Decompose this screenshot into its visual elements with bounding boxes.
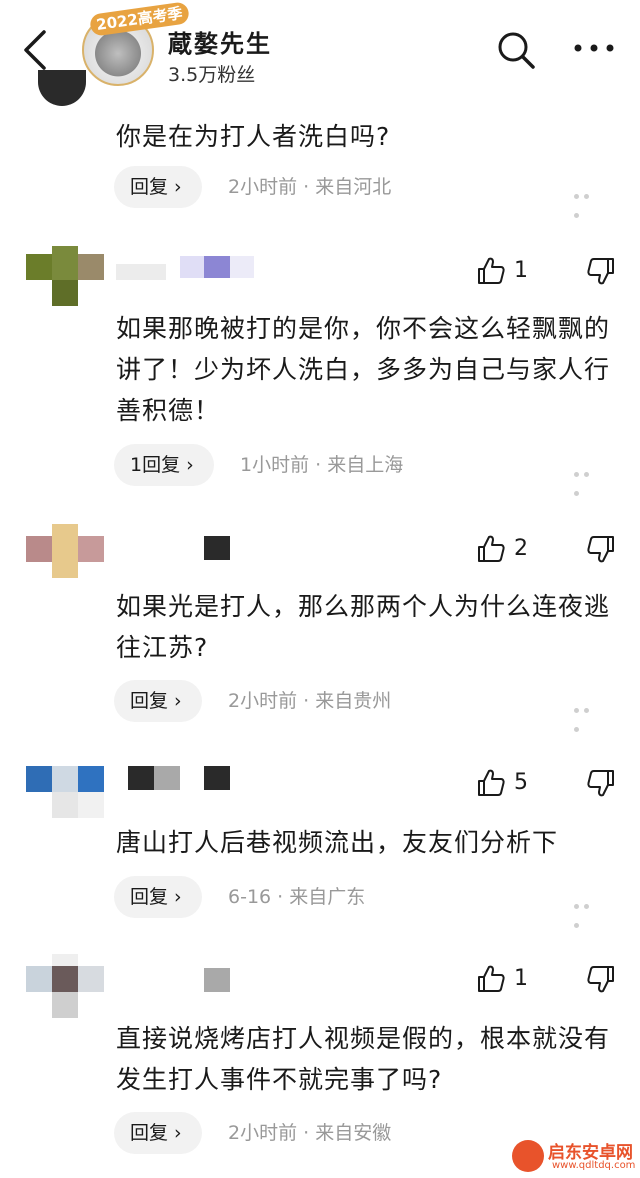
comment-location: 来自安徽 [315, 1122, 392, 1144]
comment-meta: 2小时前 · 来自河北 [228, 166, 391, 208]
watermark-url: www.qdltdq.com [552, 1160, 636, 1171]
more-options-icon[interactable] [572, 42, 616, 54]
reply-button[interactable]: 回复 › [114, 1112, 202, 1154]
like-group: 1 [476, 960, 616, 1000]
comment-time: 1小时前 [240, 454, 310, 476]
thumbs-down-icon[interactable] [586, 768, 616, 798]
comment-time: 2小时前 [228, 176, 298, 198]
comment-more-icon[interactable] [574, 894, 602, 928]
meta-separator: · [315, 454, 322, 476]
comment-time: 6-16 [228, 886, 272, 908]
comment-location: 来自河北 [315, 176, 392, 198]
comment-meta: 1小时前 · 来自上海 [240, 444, 403, 486]
thumbs-down-icon[interactable] [586, 256, 616, 286]
top-bar: 2022高考季 蔵嫯先生 3.5万粉丝 [0, 0, 640, 92]
comment-text: 唐山打人后巷视频流出，友友们分析下 [116, 828, 559, 857]
comment-meta: 6-16 · 来自广东 [228, 876, 365, 918]
reply-button[interactable]: 1回复 › [114, 444, 214, 486]
back-arrow-icon[interactable] [18, 28, 54, 72]
comment-time: 2小时前 [228, 690, 298, 712]
comment-location: 来自上海 [327, 454, 404, 476]
like-group: 2 [476, 530, 616, 570]
reply-button[interactable]: 回复 › [114, 876, 202, 918]
previous-comment-avatar[interactable] [38, 70, 86, 106]
thumbs-up-icon[interactable] [476, 768, 506, 798]
like-count: 1 [514, 966, 528, 991]
comment-text: 直接说烧烤店打人视频是假的，根本就没有发生打人事件不就完事了吗? [116, 1024, 611, 1094]
reply-button[interactable]: 回复 › [114, 680, 202, 722]
like-count: 5 [514, 770, 528, 795]
comment-text: 如果那晚被打的是你，你不会这么轻飘飘的讲了！少为坏人洗白，多多为自己与家人行善积… [116, 314, 611, 425]
meta-separator: · [277, 886, 284, 908]
thumbs-up-icon[interactable] [476, 534, 506, 564]
thumbs-up-icon[interactable] [476, 964, 506, 994]
user-avatar[interactable] [26, 954, 104, 1032]
user-avatar[interactable] [26, 762, 104, 840]
thumbs-down-icon[interactable] [586, 534, 616, 564]
meta-separator: · [303, 176, 310, 198]
comment-text: 你是在为打人者洗白吗? [116, 122, 391, 151]
user-avatar[interactable] [26, 246, 104, 324]
meta-separator: · [303, 1122, 310, 1144]
like-group: 5 [476, 764, 616, 804]
meta-separator: · [303, 690, 310, 712]
comment-meta: 2小时前 · 来自贵州 [228, 680, 391, 722]
comment-location: 来自贵州 [315, 690, 392, 712]
search-icon[interactable] [496, 30, 536, 70]
follower-count: 3.5万粉丝 [168, 64, 256, 86]
thumbs-down-icon[interactable] [586, 964, 616, 994]
watermark-logo-icon [512, 1140, 544, 1172]
like-count: 2 [514, 536, 528, 561]
site-watermark: 启东安卓网 www.qdltdq.com [508, 1138, 638, 1176]
reply-button[interactable]: 回复 › [114, 166, 202, 208]
like-group: 1 [476, 252, 616, 292]
comment-more-icon[interactable] [574, 698, 602, 732]
comment-text: 如果光是打人，那么那两个人为什么连夜逃往江苏? [116, 592, 611, 662]
user-avatar[interactable] [26, 524, 104, 602]
profile-name[interactable]: 蔵嫯先生 [168, 24, 272, 59]
comment-time: 2小时前 [228, 1122, 298, 1144]
thumbs-up-icon[interactable] [476, 256, 506, 286]
comment-location: 来自广东 [289, 886, 366, 908]
comment-more-icon[interactable] [574, 184, 602, 218]
comment-more-icon[interactable] [574, 462, 602, 496]
like-count: 1 [514, 258, 528, 283]
comment-meta: 2小时前 · 来自安徽 [228, 1112, 391, 1154]
